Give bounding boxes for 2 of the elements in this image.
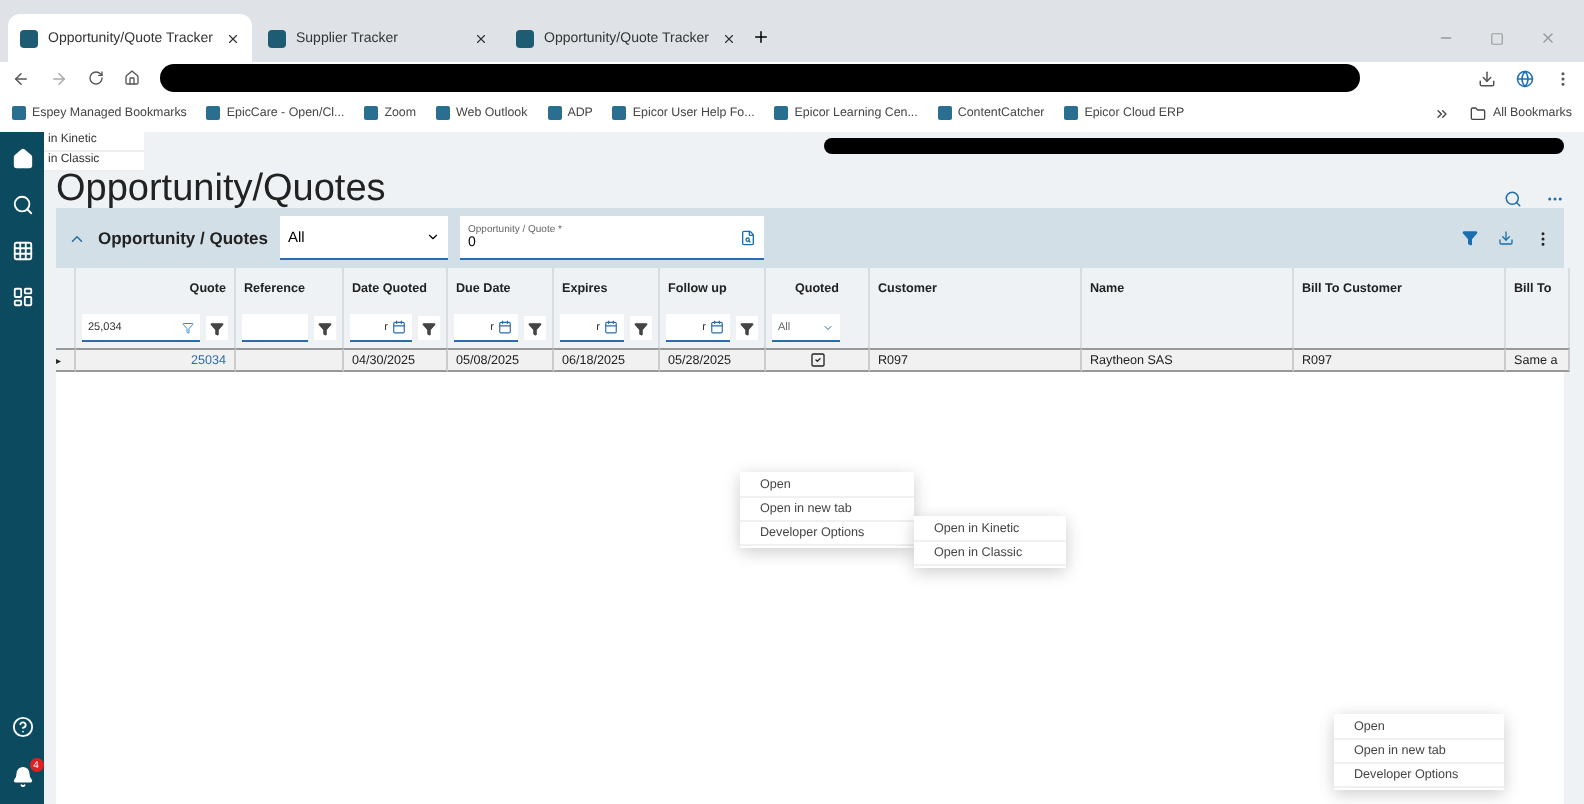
panel-title: Opportunity / Quotes	[98, 228, 268, 248]
page-title: Opportunity/Quotes	[56, 170, 388, 208]
